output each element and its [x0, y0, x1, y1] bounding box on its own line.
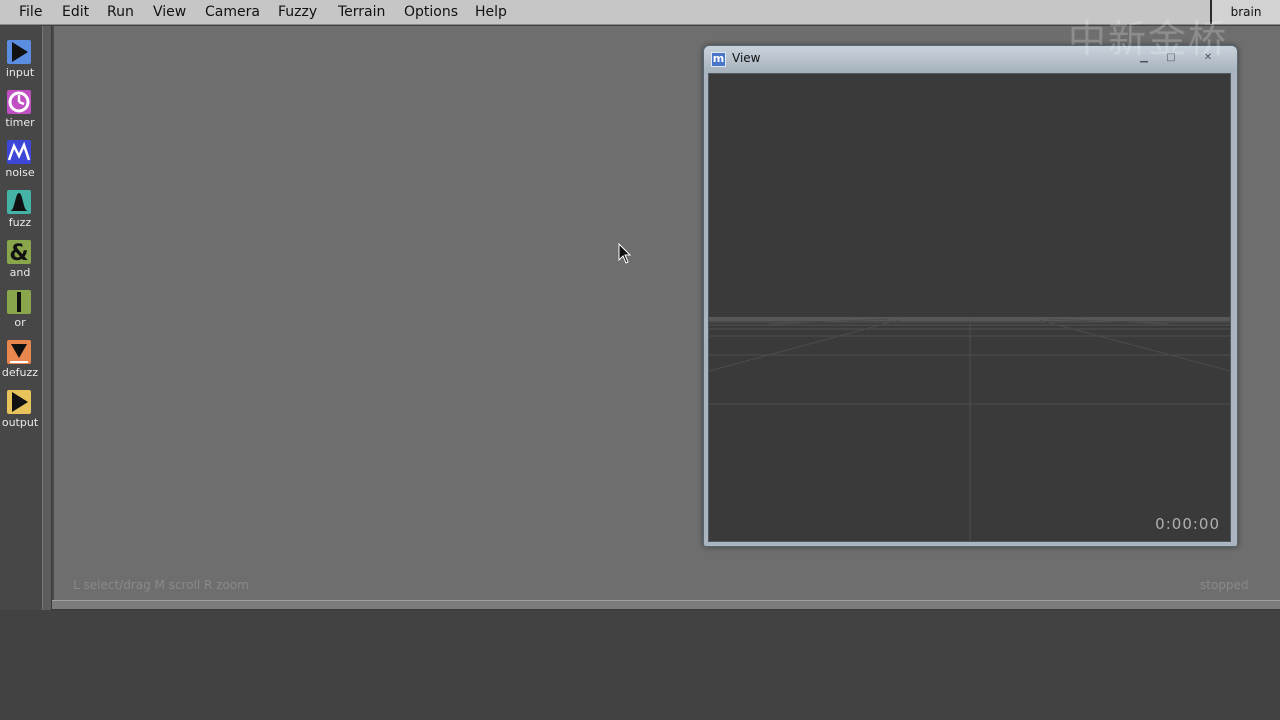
menu-run[interactable]: Run: [107, 0, 134, 24]
menu-options[interactable]: Options: [404, 0, 458, 24]
down-triangle-icon: [7, 340, 31, 364]
menu-fuzzy[interactable]: Fuzzy: [278, 0, 317, 24]
menu-help[interactable]: Help: [475, 0, 507, 24]
3d-viewport[interactable]: 0:00:00: [708, 73, 1231, 542]
menu-edit[interactable]: Edit: [62, 0, 89, 24]
tool-noise-label: noise: [5, 166, 35, 179]
tool-defuzz-label: defuzz: [1, 366, 39, 379]
mouse-hint: L select/drag M scroll R zoom: [73, 578, 249, 592]
tool-fuzz-label: fuzz: [8, 216, 32, 229]
palette-splitter[interactable]: [42, 26, 52, 610]
tool-input-label: input: [5, 66, 35, 79]
run-status: stopped: [1200, 578, 1249, 592]
watermark: 中新金桥: [1068, 17, 1229, 61]
tool-fuzz[interactable]: fuzz: [0, 190, 40, 236]
tool-or-label: or: [14, 316, 26, 329]
ground-grid: [709, 317, 1230, 541]
tool-output-label: output: [1, 416, 39, 429]
tool-timer[interactable]: timer: [0, 90, 40, 136]
tool-or[interactable]: or: [0, 290, 40, 336]
menu-file[interactable]: File: [19, 0, 42, 24]
tool-and-label: and: [9, 266, 31, 279]
app-icon: m: [711, 52, 726, 67]
tool-palette: input timer noise fuzz & and or defuzz o…: [0, 26, 42, 610]
svg-text:&: &: [9, 241, 28, 264]
play-arrow-icon: [7, 40, 31, 64]
ampersand-icon: &: [7, 240, 31, 264]
horizontal-scrollbar[interactable]: [52, 600, 1280, 610]
sim-clock: 0:00:00: [1155, 515, 1220, 533]
menu-camera[interactable]: Camera: [205, 0, 260, 24]
clock-icon: [7, 90, 31, 114]
menu-view[interactable]: View: [153, 0, 186, 24]
view-window: m View ▁ □ ✕ 0:00:00: [703, 45, 1238, 547]
tool-timer-label: timer: [5, 116, 35, 129]
noise-wave-icon: [7, 140, 31, 164]
view-title: View: [732, 51, 761, 65]
mouse-cursor-icon: [618, 243, 632, 264]
tool-input[interactable]: input: [0, 40, 40, 86]
tool-output[interactable]: output: [0, 390, 40, 436]
tool-defuzz[interactable]: defuzz: [0, 340, 40, 386]
tool-and[interactable]: & and: [0, 240, 40, 286]
bar-icon: [7, 290, 31, 314]
menu-terrain[interactable]: Terrain: [338, 0, 385, 24]
bell-curve-icon: [7, 190, 31, 214]
play-arrow-icon: [7, 390, 31, 414]
tool-noise[interactable]: noise: [0, 140, 40, 186]
